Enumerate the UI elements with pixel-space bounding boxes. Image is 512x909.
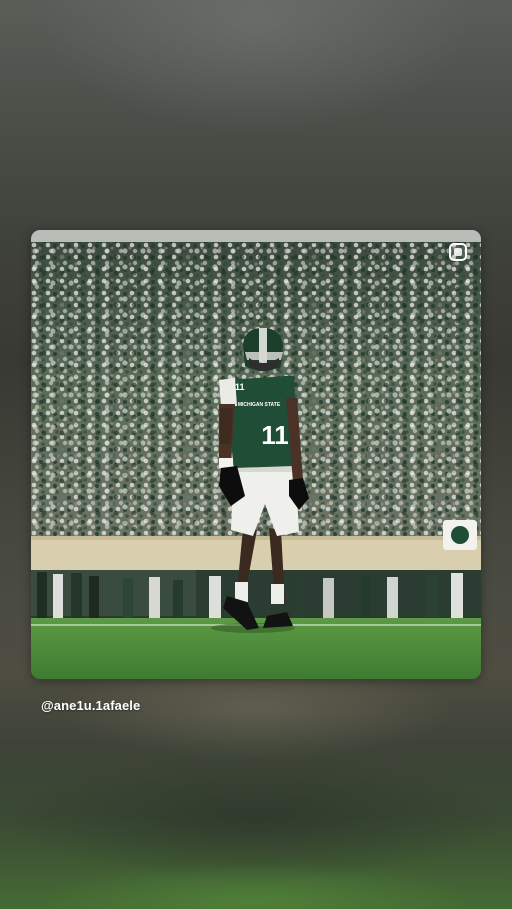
square-select-icon[interactable]: [449, 243, 467, 261]
post-photo: 11 MICHIGAN STATE 11: [31, 230, 481, 679]
jersey-number: 11: [261, 420, 289, 450]
shoulder-number: 11: [235, 382, 245, 392]
mention-sticker[interactable]: @ane1u.1afaele: [41, 698, 140, 713]
chest-text: MICHIGAN STATE: [238, 402, 281, 408]
story-viewer: 11 MICHIGAN STATE 11 @ane1u.1afaele: [0, 0, 512, 909]
shared-post-card[interactable]: 11 MICHIGAN STATE 11: [31, 230, 481, 679]
